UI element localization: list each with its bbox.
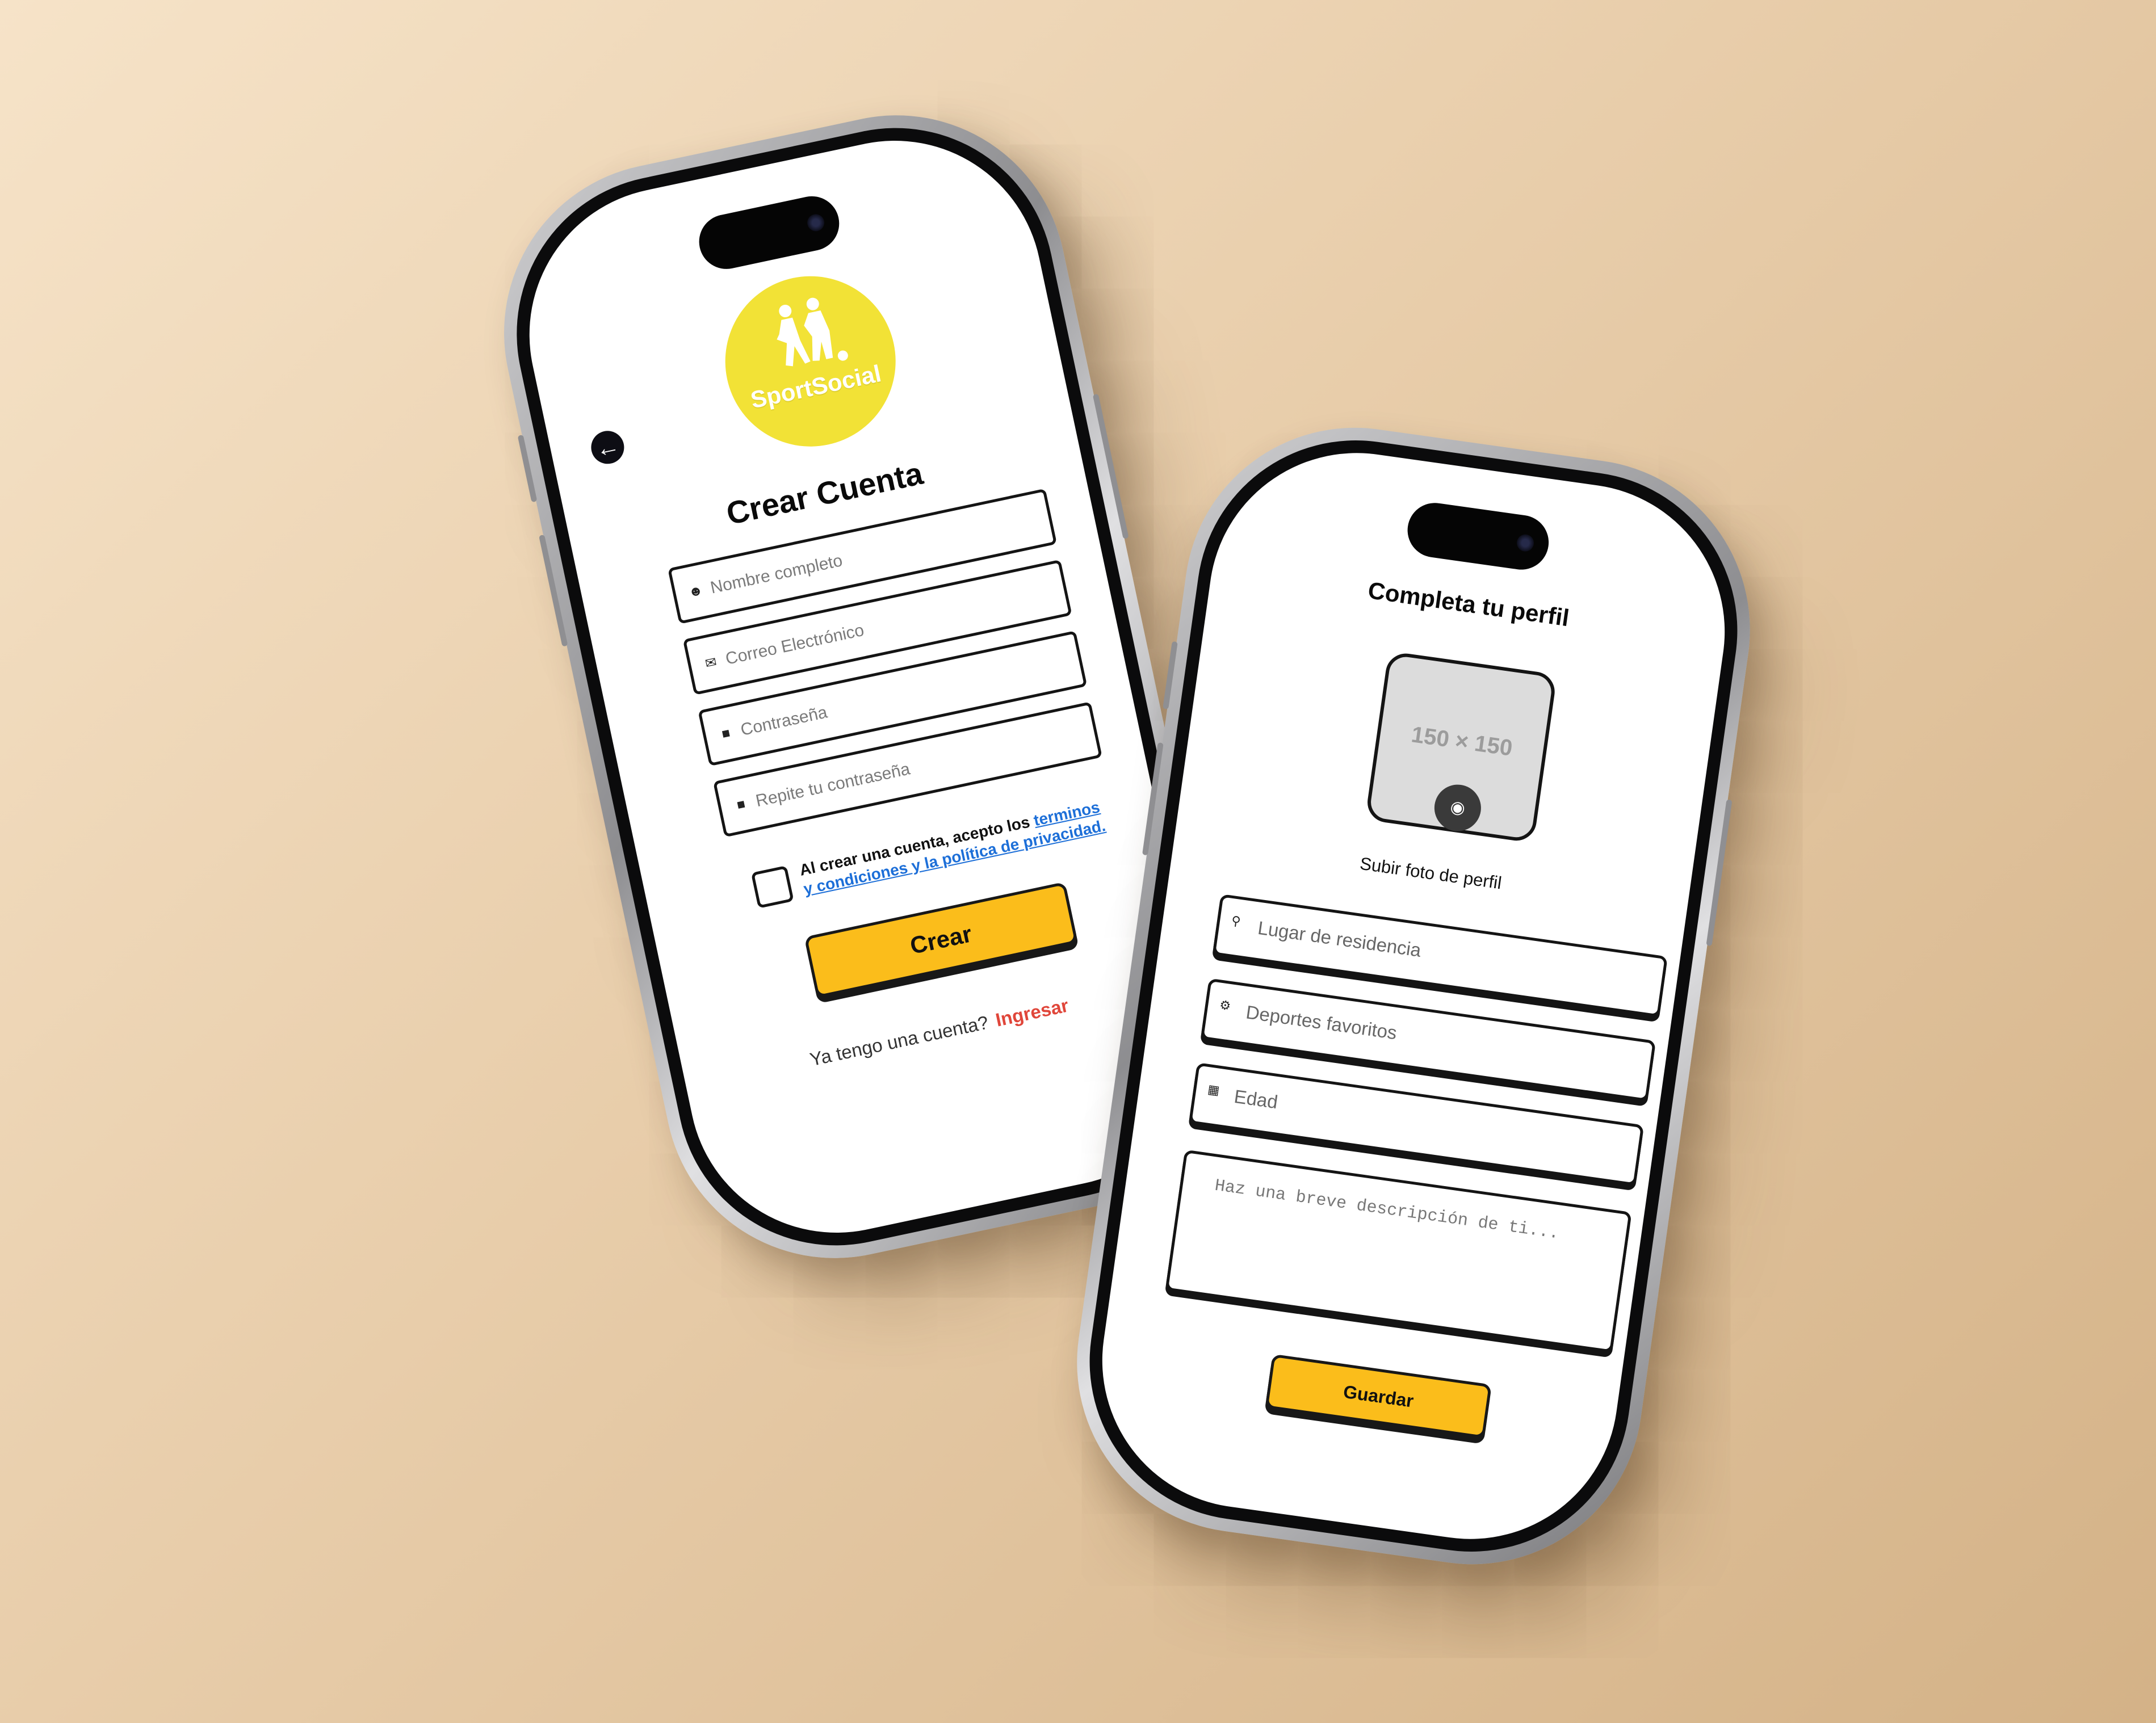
dynamic-island (1404, 499, 1553, 573)
profile-photo-upload[interactable]: 150 × 150 ◉ (1365, 650, 1558, 843)
side-button (517, 434, 538, 503)
camera-lens (806, 212, 826, 233)
side-button (1163, 641, 1178, 709)
lock-icon: ■ (720, 725, 732, 742)
phone-profile: Completa tu perfil 150 × 150 ◉ Subir fot… (1055, 405, 1772, 1587)
calendar-icon: ▦ (1206, 1082, 1221, 1098)
phone-bezel: Completa tu perfil 150 × 150 ◉ Subir fot… (1069, 419, 1758, 1573)
camera-lens (1516, 533, 1535, 553)
email-placeholder: Correo Electrónico (724, 620, 866, 669)
profile-title: Completa tu perfil (1366, 577, 1571, 632)
create-button[interactable]: Crear (804, 881, 1078, 998)
ball-icon: ⚙ (1218, 997, 1232, 1014)
login-link[interactable]: Ingresar (993, 994, 1070, 1030)
sportsocial-logo: SportSocial (709, 260, 912, 463)
fullname-placeholder: Nombre completo (708, 551, 844, 598)
envelope-icon: ✉ (703, 654, 718, 672)
description-placeholder: Haz una breve descripción de ti... (1213, 1176, 1561, 1244)
user-icon: ☻ (687, 582, 704, 600)
profile-screen: Completa tu perfil 150 × 150 ◉ Subir fot… (1083, 434, 1744, 1558)
age-placeholder: Edad (1232, 1085, 1280, 1113)
dynamic-island (694, 191, 845, 274)
description-textarea[interactable]: Haz una breve descripción de ti... (1165, 1149, 1632, 1353)
terms-checkbox[interactable] (750, 865, 794, 909)
sports-placeholder: Deportes favoritos (1244, 1001, 1399, 1044)
camera-icon[interactable]: ◉ (1431, 781, 1484, 834)
lock-icon: ■ (735, 796, 747, 813)
back-arrow-icon[interactable]: ← (588, 427, 627, 467)
have-account-text: Ya tengo una cuenta? (808, 1011, 991, 1070)
residence-placeholder: Lugar de residencia (1256, 917, 1423, 961)
location-pin-icon: ⚲ (1230, 913, 1242, 929)
password-placeholder: Contraseña (739, 703, 829, 740)
repeat-password-placeholder: Repite tu contraseña (754, 759, 912, 811)
save-button[interactable]: Guardar (1265, 1354, 1492, 1439)
photo-placeholder-text: 150 × 150 (1410, 722, 1514, 761)
